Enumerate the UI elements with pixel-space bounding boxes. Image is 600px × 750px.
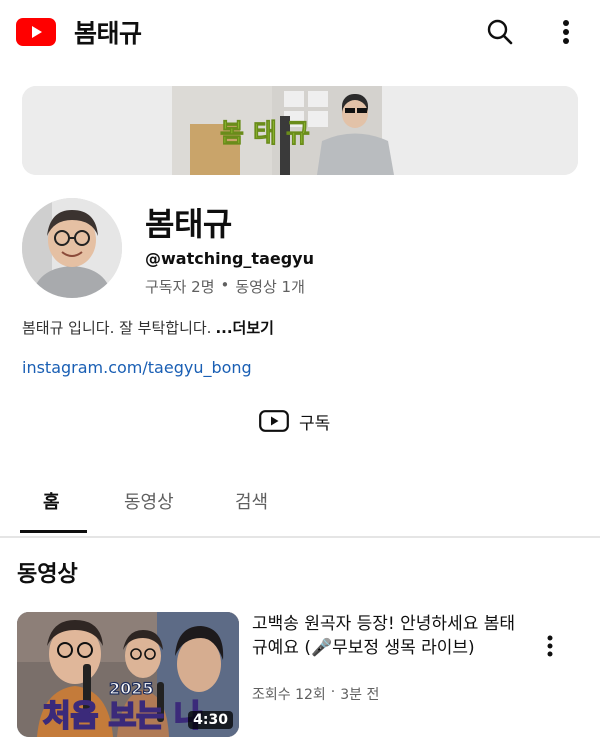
channel-avatar[interactable] <box>22 198 122 298</box>
video-meta: 조회수 12회 · 3분 전 <box>252 684 379 704</box>
youtube-play-icon <box>259 410 289 432</box>
active-tab-indicator <box>20 530 87 533</box>
video-duration: 4:30 <box>188 711 233 729</box>
video-age: 3분 전 <box>340 687 380 703</box>
subscribe-button[interactable]: 구독 <box>259 407 330 435</box>
channel-description: 봄태규 입니다. 잘 부탁합니다. ...더보기 <box>22 317 274 338</box>
video-views: 조회수 12회 <box>252 687 326 703</box>
video-thumbnail[interactable]: 2025 처음 보는 나 4:30 <box>17 612 239 737</box>
meta-separator: • <box>220 276 230 294</box>
top-bar: 봄태규 <box>0 0 600 66</box>
subscriber-count: 구독자 2명 <box>145 278 215 296</box>
subscribe-label: 구독 <box>299 413 331 434</box>
tab-videos[interactable]: 동영상 <box>124 488 174 514</box>
channel-handle: @watching_taegyu <box>145 249 314 268</box>
search-icon <box>487 19 513 45</box>
channel-title: 봄태규 <box>74 19 142 48</box>
more-options-button[interactable] <box>548 12 584 52</box>
channel-link[interactable]: instagram.com/taegyu_bong <box>22 358 252 377</box>
banner-text: 봄 태 규 <box>220 119 310 149</box>
video-count: 동영상 1개 <box>235 278 305 296</box>
thumbnail-year-text: 2025 <box>109 679 154 698</box>
channel-banner: 봄 태 규 <box>22 86 578 175</box>
youtube-logo-icon[interactable] <box>16 18 56 46</box>
more-vert-icon <box>563 20 569 44</box>
channel-tabs: 홈 동영상 검색 <box>0 472 600 538</box>
channel-meta: 구독자 2명 • 동영상 1개 <box>145 276 305 297</box>
video-title[interactable]: 고백송 원곡자 등장! 안녕하세요 봄태규예요 (🎤무보정 생목 라이브) <box>252 612 520 660</box>
more-description-link[interactable]: ...더보기 <box>215 319 274 337</box>
tab-search[interactable]: 검색 <box>235 488 268 514</box>
search-button[interactable] <box>480 12 520 52</box>
channel-name: 봄태규 <box>145 205 232 243</box>
video-more-button[interactable] <box>538 630 562 662</box>
thumbnail-caption-text: 처음 보는 나 <box>43 699 202 734</box>
videos-section-title: 동영상 <box>17 562 78 587</box>
tab-home[interactable]: 홈 <box>43 488 60 514</box>
more-vert-icon <box>547 635 553 657</box>
video-meta-separator: · <box>330 684 336 700</box>
description-text: 봄태규 입니다. 잘 부탁합니다. <box>22 319 212 337</box>
